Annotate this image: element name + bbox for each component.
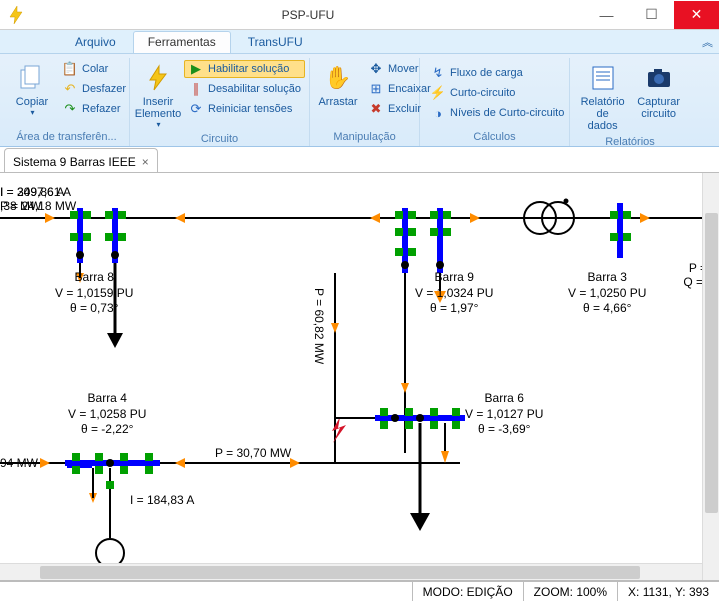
title-bar: PSP-UFU — ☐ ✕	[0, 0, 719, 30]
camera-icon	[643, 62, 675, 94]
flow-label: P = 24,18 MW	[0, 199, 76, 213]
copiar-button[interactable]: Copiar ▾	[10, 60, 54, 119]
status-coords: X: 1131, Y: 393	[617, 582, 719, 601]
group-label-circuito: Circuito	[136, 131, 303, 146]
relatorio-dados-button[interactable]: Relatório de dados	[576, 60, 629, 134]
tab-close-icon[interactable]: ×	[142, 155, 149, 169]
bus3-label: Barra 3 V = 1,0250 PU θ = 4,66°	[568, 270, 646, 317]
flow-icon: ↯	[430, 65, 446, 81]
horizontal-scrollbar[interactable]	[0, 563, 702, 580]
flow-label: P = 30,70 MW	[215, 446, 291, 460]
play-icon: ▶	[188, 61, 204, 77]
minimize-button[interactable]: —	[584, 1, 629, 29]
move-icon: ✥	[368, 61, 384, 77]
report-icon	[587, 62, 619, 94]
bus9-label: Barra 9 V = 1,0324 PU θ = 1,97°	[415, 270, 493, 317]
chevron-down-icon: ▾	[156, 120, 160, 129]
chevron-down-icon: ▾	[30, 108, 34, 117]
status-zoom: ZOOM: 100%	[523, 582, 617, 601]
copy-icon	[16, 62, 48, 94]
short-circuit-icon: ⚡	[430, 85, 446, 101]
curto-circuito-button[interactable]: ⚡ Curto-circuito	[426, 84, 568, 102]
bolt-icon	[142, 62, 174, 94]
delete-icon: ✖	[368, 101, 384, 117]
tab-arquivo[interactable]: Arquivo	[60, 31, 131, 53]
group-label-clipboard: Área de transferên...	[10, 129, 123, 146]
group-label-manip: Manipulação	[316, 129, 413, 146]
undo-icon: ↶	[62, 81, 78, 97]
vertical-scrollbar[interactable]	[702, 173, 719, 580]
ribbon-tabs: Arquivo Ferramentas TransUFU ︽	[0, 30, 719, 54]
arrastar-button[interactable]: ✋ Arrastar	[316, 60, 360, 110]
group-label-calc: Cálculos	[426, 129, 563, 146]
close-button[interactable]: ✕	[674, 1, 719, 29]
habilitar-solucao-button[interactable]: ▶ Habilitar solução	[184, 60, 305, 78]
document-tab[interactable]: Sistema 9 Barras IEEE ×	[4, 148, 158, 172]
snap-icon: ⊞	[368, 81, 384, 97]
niveis-curto-button[interactable]: ◑ Níveis de Curto-circuito	[426, 104, 568, 122]
window-title: PSP-UFU	[32, 8, 584, 22]
bus8-label: Barra 8 V = 1,0159 PU θ = 0,73°	[55, 270, 133, 317]
status-bar: MODO: EDIÇÃO ZOOM: 100% X: 1131, Y: 393	[0, 581, 719, 601]
fluxo-carga-button[interactable]: ↯ Fluxo de carga	[426, 64, 568, 82]
desabilitar-solucao-button[interactable]: ∥ Desabilitar solução	[184, 80, 305, 98]
flow-label: P = 60,82 MW	[312, 288, 326, 364]
bus6-label: Barra 6 V = 1,0127 PU θ = -3,69°	[465, 391, 543, 438]
refazer-button[interactable]: ↷ Refazer	[58, 100, 130, 118]
reiniciar-tensoes-button[interactable]: ⟳ Reiniciar tensões	[184, 100, 305, 118]
colar-button[interactable]: 📋 Colar	[58, 60, 130, 78]
hand-icon: ✋	[322, 62, 354, 94]
bus4-label: Barra 4 V = 1,0258 PU θ = -2,22°	[68, 391, 146, 438]
group-label-rel: Relatórios	[576, 134, 684, 146]
maximize-button[interactable]: ☐	[629, 1, 674, 29]
app-icon	[6, 5, 26, 25]
document-tabs: Sistema 9 Barras IEEE ×	[0, 147, 719, 173]
inserir-elemento-button[interactable]: Inserir Elemento ▾	[136, 60, 180, 131]
flow-label: 94 MW	[0, 456, 38, 470]
pause-icon: ∥	[188, 81, 204, 97]
document-tab-label: Sistema 9 Barras IEEE	[13, 155, 136, 169]
capturar-circuito-button[interactable]: Capturar circuito	[633, 60, 684, 122]
collapse-ribbon-button[interactable]: ︽	[702, 34, 713, 50]
ribbon: Arquivo Ferramentas TransUFU ︽ Copiar ▾ …	[0, 30, 719, 147]
tab-transufu[interactable]: TransUFU	[233, 31, 318, 53]
status-mode: MODO: EDIÇÃO	[412, 582, 523, 601]
paste-icon: 📋	[62, 61, 78, 77]
flow-label: I = 3497,61 A	[0, 185, 71, 199]
levels-icon: ◑	[430, 105, 446, 121]
flow-label: I = 184,83 A	[130, 493, 194, 507]
tab-ferramentas[interactable]: Ferramentas	[133, 31, 231, 53]
refresh-icon: ⟳	[188, 101, 204, 117]
redo-icon: ↷	[62, 101, 78, 117]
desfazer-button[interactable]: ↶ Desfazer	[58, 80, 130, 98]
diagram-canvas[interactable]: ,38 MW P = 24,18 MW I = 209,86 A I = 349…	[0, 173, 719, 581]
